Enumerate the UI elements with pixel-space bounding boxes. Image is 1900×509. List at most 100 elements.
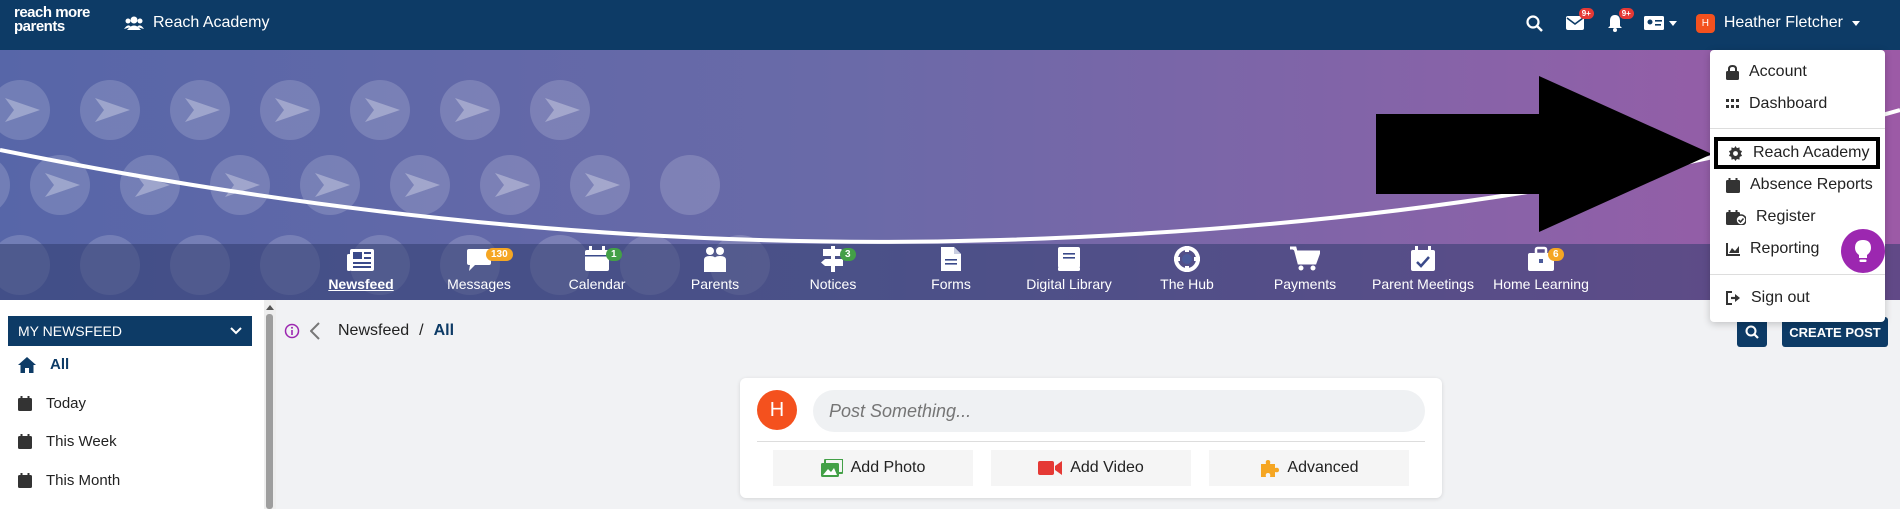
users-icon (704, 247, 726, 272)
cart-icon (1290, 246, 1320, 271)
menu-divider (1710, 128, 1885, 129)
post-composer: H Add Photo Add Video Advanced (740, 378, 1442, 498)
nav-label: Calendar (568, 276, 626, 292)
calendar-icon (1726, 177, 1740, 193)
chevron-down-icon (230, 327, 242, 335)
add-photo-button[interactable]: Add Photo (773, 450, 973, 486)
user-menu-toggle[interactable]: H Heather Fletcher (1695, 13, 1860, 33)
menu-item-account[interactable]: Account (1726, 63, 1807, 81)
breadcrumb-root[interactable]: Newsfeed (338, 322, 409, 340)
logo-line2: parents (14, 18, 65, 35)
help-button[interactable] (1841, 229, 1885, 273)
sidebar: MY NEWSFEED All Today This Week This Mon… (0, 300, 268, 509)
search-icon (1745, 325, 1759, 339)
chevron-left-icon[interactable] (310, 322, 320, 340)
nav-badge: 6 (1548, 248, 1564, 261)
newspaper-icon (347, 249, 374, 271)
nav-label: Newsfeed (328, 276, 394, 292)
sidebar-item-this-month[interactable]: This Month (18, 472, 120, 489)
lock-icon (1726, 64, 1739, 80)
nav-label: Notices (809, 276, 857, 292)
post-input[interactable] (813, 390, 1425, 432)
sidebar-item-label: This Month (46, 472, 121, 489)
calendar-icon (18, 473, 32, 488)
scrollbar-thumb[interactable] (266, 314, 273, 509)
nav-parent-meetings[interactable]: Parent Meetings (1368, 244, 1478, 300)
caret-down-icon (1669, 20, 1678, 26)
sidebar-item-today[interactable]: Today (18, 395, 86, 412)
breadcrumb: Newsfeed / All (284, 322, 454, 340)
menu-item-label: Reporting (1750, 240, 1820, 257)
menu-item-label: Absence Reports (1750, 176, 1873, 193)
sidebar-item-all[interactable]: All (18, 356, 69, 373)
nav-forms[interactable]: Forms (896, 244, 1006, 300)
menu-item-dashboard[interactable]: Dashboard (1726, 95, 1827, 113)
info-icon[interactable] (284, 323, 300, 339)
nav-badge: 3 (840, 248, 856, 261)
advanced-label: Advanced (1287, 459, 1359, 476)
nav-digital-library[interactable]: Digital Library (1014, 244, 1124, 300)
menu-item-sign-out[interactable]: Sign out (1726, 289, 1810, 307)
lifering-icon (1174, 246, 1200, 272)
menu-item-label: Sign out (1751, 289, 1810, 306)
menu-item-absence-reports[interactable]: Absence Reports (1726, 176, 1873, 194)
menu-item-label: Account (1749, 63, 1807, 80)
nav-messages[interactable]: 130 Messages (424, 244, 534, 300)
annotation-arrow (1376, 76, 1712, 232)
calendar-check-icon (1411, 246, 1435, 271)
nav-calendar[interactable]: 1 Calendar (542, 244, 652, 300)
search-button[interactable] (1524, 12, 1546, 34)
menu-item-reporting[interactable]: Reporting (1726, 240, 1819, 258)
gear-icon (1728, 145, 1743, 161)
messages-button[interactable]: 9+ (1564, 8, 1594, 34)
user-avatar: H (1695, 13, 1715, 33)
notifications-button[interactable]: 9+ (1604, 8, 1634, 34)
puzzle-icon (1261, 460, 1280, 477)
grid-icon (1726, 99, 1739, 108)
my-newsfeed-header[interactable]: MY NEWSFEED (8, 316, 252, 346)
sidebar-header-label: MY NEWSFEED (18, 323, 122, 339)
top-bar: reach more parents Reach Academy 9+ 9+ H… (0, 0, 1900, 50)
menu-item-reach-academy[interactable]: Reach Academy (1728, 144, 1870, 162)
register-icon (1726, 209, 1746, 225)
user-dropdown-menu: Account Dashboard Reach Academy Absence … (1710, 50, 1885, 322)
add-video-label: Add Video (1070, 459, 1144, 476)
nav-the-hub[interactable]: The Hub (1132, 244, 1242, 300)
add-video-button[interactable]: Add Video (991, 450, 1191, 486)
sidebar-item-label: This Week (46, 433, 117, 450)
school-switcher[interactable]: Reach Academy (124, 14, 270, 32)
nav-label: Messages (447, 276, 511, 292)
nav-home-learning[interactable]: 6 Home Learning (1486, 244, 1596, 300)
nav-label: Home Learning (1493, 276, 1589, 292)
nav-label: Parent Meetings (1372, 276, 1474, 292)
menu-item-label: Register (1756, 208, 1816, 225)
nav-newsfeed[interactable]: Newsfeed (306, 244, 416, 300)
user-name: Heather Fletcher (1723, 14, 1843, 31)
school-name: Reach Academy (153, 14, 270, 31)
top-icons: 9+ 9+ H Heather Fletcher (1524, 8, 1860, 34)
calendar-icon (585, 246, 609, 271)
menu-item-register[interactable]: Register (1726, 208, 1816, 226)
main-nav: Newsfeed 130 Messages 1 Calendar Parents… (0, 244, 1900, 300)
chart-area-icon (1726, 242, 1740, 256)
nav-label: Digital Library (1026, 276, 1112, 292)
nav-notices[interactable]: 3 Notices (778, 244, 888, 300)
menu-divider (1710, 274, 1885, 275)
calendar-icon (18, 396, 32, 411)
add-photo-label: Add Photo (850, 459, 926, 476)
nav-parents[interactable]: Parents (660, 244, 770, 300)
scroll-up-icon (266, 305, 274, 310)
notifications-badge: 9+ (1618, 8, 1634, 19)
nav-payments[interactable]: Payments (1250, 244, 1360, 300)
id-card-button[interactable] (1644, 12, 1678, 34)
app-logo[interactable]: reach more parents (14, 5, 90, 35)
divider (757, 441, 1425, 442)
nav-label: The Hub (1160, 276, 1214, 292)
sidebar-scrollbar[interactable] (264, 300, 276, 509)
users-icon (124, 16, 144, 30)
advanced-button[interactable]: Advanced (1209, 450, 1409, 486)
menu-item-label: Reach Academy (1753, 144, 1870, 161)
sidebar-item-this-week[interactable]: This Week (18, 433, 117, 450)
breadcrumb-separator: / (419, 322, 424, 339)
sidebar-item-label: All (50, 356, 70, 373)
